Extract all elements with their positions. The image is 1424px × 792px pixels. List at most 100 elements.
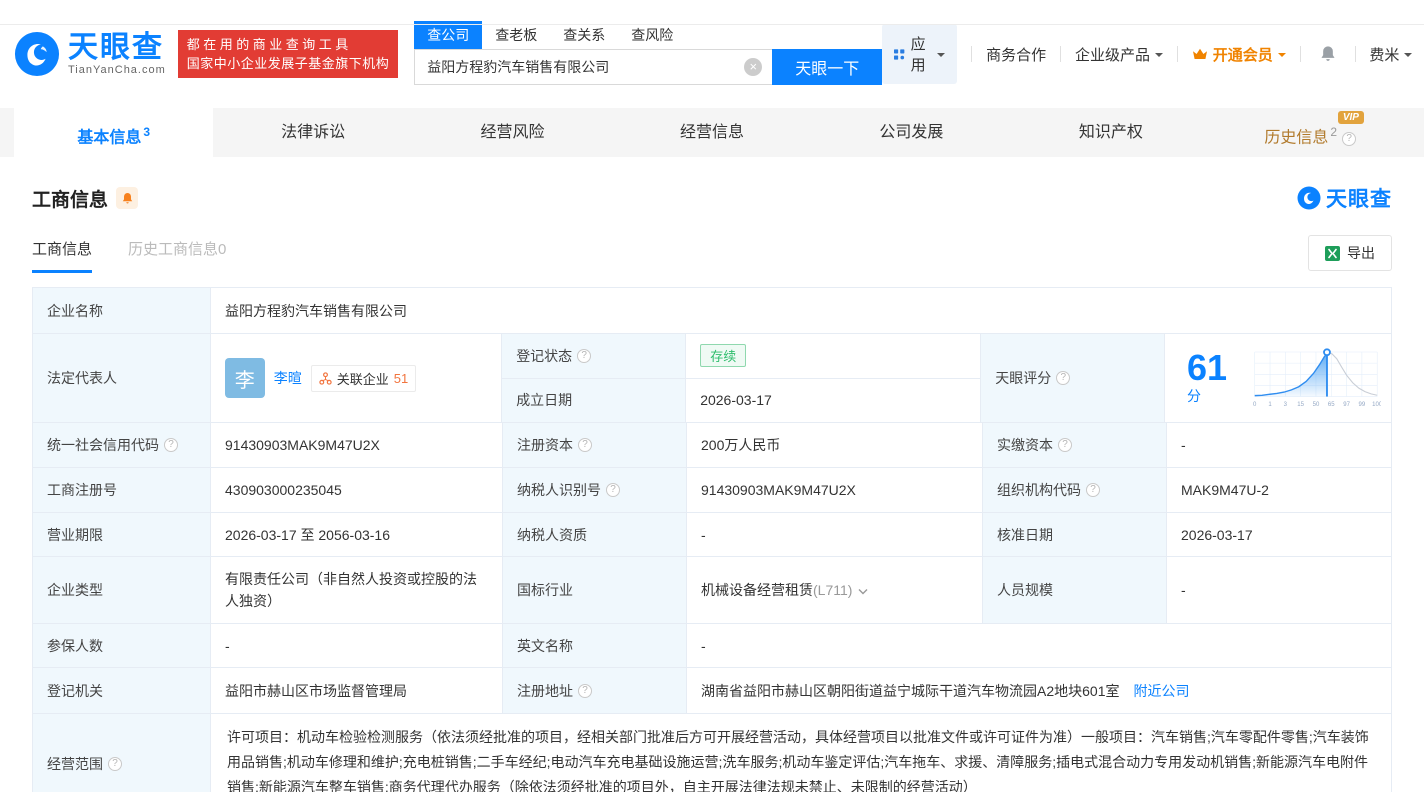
tab-history-info[interactable]: VIP 历史信息 2? bbox=[1211, 108, 1410, 157]
chevron-down-icon bbox=[937, 52, 946, 61]
search-tab-company[interactable]: 查公司 bbox=[414, 21, 483, 49]
help-icon[interactable]: ? bbox=[1056, 371, 1071, 385]
nav-business-cooperation[interactable]: 商务合作 bbox=[986, 44, 1046, 65]
notifications-button[interactable] bbox=[1319, 45, 1337, 63]
chevron-down-icon[interactable] bbox=[858, 582, 868, 598]
staff-size-label: 人员规模 bbox=[983, 557, 1167, 623]
nav-enterprise-products[interactable]: 企业级产品 bbox=[1075, 44, 1163, 65]
svg-text:3: 3 bbox=[1284, 402, 1288, 408]
table-row: 登记机关 益阳市赫山区市场监督管理局 注册地址? 湖南省益阳市赫山区朝阳街道益宁… bbox=[33, 668, 1391, 714]
reg-status-value: 存续 bbox=[686, 334, 980, 378]
help-icon[interactable]: ? bbox=[164, 438, 178, 452]
reg-authority-value: 益阳市赫山区市场监督管理局 bbox=[211, 668, 503, 713]
table-row: 统一社会信用代码? 91430903MAK9M47U2X 注册资本? 200万人… bbox=[33, 423, 1391, 468]
tab-intellectual-property[interactable]: 知识产权 bbox=[1011, 108, 1210, 157]
divider bbox=[1354, 46, 1356, 62]
user-menu[interactable]: 费米 bbox=[1369, 44, 1413, 65]
tab-basic-info[interactable]: 基本信息 3 bbox=[14, 108, 214, 157]
paid-capital-value: - bbox=[1181, 437, 1186, 453]
nav-open-vip[interactable]: 开通会员 bbox=[1192, 44, 1286, 65]
crown-icon bbox=[1192, 48, 1207, 59]
table-row: 企业名称 益阳方程豹汽车销售有限公司 bbox=[33, 288, 1391, 334]
help-icon[interactable]: ? bbox=[606, 483, 620, 497]
table-row: 工商注册号 430903000235045 纳税人识别号? 91430903MA… bbox=[33, 468, 1391, 513]
address-label: 注册地址? bbox=[503, 668, 687, 713]
chevron-down-icon bbox=[1154, 52, 1163, 61]
tab-operation-risk[interactable]: 经营风险 bbox=[413, 108, 612, 157]
tab-legal-litigation[interactable]: 法律诉讼 bbox=[213, 108, 412, 157]
business-scope-value: 许可项目：机动车检验检测服务（依法须经批准的项目，经相关部门批准后方可开展经营活… bbox=[227, 729, 1369, 792]
taxpayer-quality-label: 纳税人资质 bbox=[503, 513, 687, 556]
related-companies-badge[interactable]: 关联企业 51 bbox=[310, 364, 417, 392]
establish-date-label: 成立日期 bbox=[502, 378, 687, 422]
legal-rep-label: 法定代表人 bbox=[33, 334, 211, 422]
export-button[interactable]: 导出 bbox=[1308, 235, 1392, 271]
svg-text:99: 99 bbox=[1359, 402, 1366, 408]
legal-rep-link[interactable]: 李暄 bbox=[274, 368, 302, 388]
tab-operation-info[interactable]: 经营信息 bbox=[612, 108, 811, 157]
divider bbox=[971, 46, 973, 62]
help-icon[interactable]: ? bbox=[1086, 483, 1100, 497]
subscribe-button[interactable] bbox=[116, 187, 139, 209]
chevron-down-icon bbox=[1277, 52, 1286, 61]
subtab-history-business-info[interactable]: 历史工商信息0 bbox=[128, 238, 226, 273]
industry-value: 机械设备经营租赁 (L711) bbox=[687, 557, 983, 623]
paid-capital-label: 实缴资本? bbox=[983, 423, 1167, 467]
search-tab-risk[interactable]: 查风险 bbox=[618, 21, 686, 49]
address-value: 湖南省益阳市赫山区朝阳街道益宁城际干道汽车物流园A2地块601室 附近公司 bbox=[701, 681, 1190, 701]
help-icon[interactable]: ? bbox=[578, 438, 592, 452]
approval-date-label: 核准日期 bbox=[983, 513, 1167, 556]
company-name-label: 企业名称 bbox=[33, 288, 211, 333]
help-icon[interactable]: ? bbox=[108, 757, 122, 771]
svg-text:65: 65 bbox=[1328, 402, 1335, 408]
business-term-value: 2026-03-17 至 2056-03-16 bbox=[211, 513, 503, 556]
tianyancha-logo[interactable]: 天眼查 TianYanCha.com bbox=[14, 31, 166, 77]
avatar[interactable]: 李 bbox=[224, 358, 265, 398]
establish-date-value: 2026-03-17 bbox=[700, 392, 772, 409]
divider bbox=[1299, 46, 1301, 62]
english-name-value: - bbox=[701, 637, 706, 654]
divider bbox=[1176, 46, 1178, 62]
taxpayer-quality-value: - bbox=[687, 513, 983, 556]
search-tab-boss[interactable]: 查老板 bbox=[482, 21, 550, 49]
help-icon[interactable]: ? bbox=[577, 348, 592, 363]
tianyan-score-cell: 61分 0 1 3 15 50 65 97 99 100 bbox=[1165, 334, 1391, 422]
business-term-label: 营业期限 bbox=[33, 513, 211, 556]
status-badge: 存续 bbox=[700, 344, 747, 368]
approval-date-value: 2026-03-17 bbox=[1181, 526, 1253, 543]
company-type-value: 有限责任公司（非自然人投资或控股的法人独资） bbox=[211, 557, 503, 623]
apps-menu-button[interactable]: 应用 bbox=[882, 24, 958, 84]
vip-badge: VIP bbox=[1337, 111, 1364, 124]
search-tabs: 查公司 查老板 查关系 查风险 bbox=[414, 21, 882, 49]
nearby-companies-link[interactable]: 附近公司 bbox=[1133, 681, 1189, 701]
related-companies-icon bbox=[319, 371, 332, 385]
industry-label: 国标行业 bbox=[503, 557, 687, 623]
bell-icon bbox=[122, 192, 132, 203]
divider bbox=[1060, 46, 1061, 62]
company-name-value: 益阳方程豹汽车销售有限公司 bbox=[225, 302, 407, 319]
svg-text:100: 100 bbox=[1372, 402, 1381, 408]
svg-text:1: 1 bbox=[1268, 402, 1272, 408]
tianyancha-swirl-icon bbox=[1297, 186, 1321, 210]
help-icon[interactable]: ? bbox=[578, 683, 592, 698]
svg-text:97: 97 bbox=[1343, 402, 1350, 408]
logo-domain: TianYanCha.com bbox=[68, 64, 166, 76]
table-row: 企业类型 有限责任公司（非自然人投资或控股的法人独资） 国标行业 机械设备经营租… bbox=[33, 557, 1391, 624]
reg-capital-label: 注册资本? bbox=[503, 423, 687, 467]
english-name-label: 英文名称 bbox=[503, 624, 687, 667]
company-search-input[interactable] bbox=[414, 49, 773, 85]
table-row: 营业期限 2026-03-17 至 2056-03-16 纳税人资质 - 核准日… bbox=[33, 513, 1391, 557]
help-icon[interactable]: ? bbox=[1342, 132, 1357, 147]
help-icon[interactable]: ? bbox=[1058, 438, 1072, 452]
reg-status-label: 登记状态? bbox=[502, 334, 687, 378]
subtab-business-info[interactable]: 工商信息 bbox=[32, 238, 93, 273]
svg-text:0: 0 bbox=[1253, 402, 1257, 408]
company-tab-bar: 基本信息 3 法律诉讼 经营风险 经营信息 公司发展 知识产权 VIP 历史信息 2… bbox=[0, 108, 1424, 157]
tab-count: 3 bbox=[143, 125, 151, 139]
promo-banner: 都在用的商业查询工具 国家中小企业发展子基金旗下机构 bbox=[177, 30, 399, 78]
search-tab-relation[interactable]: 查关系 bbox=[550, 21, 618, 49]
search-button[interactable]: 天眼一下 bbox=[772, 49, 883, 85]
tab-company-development[interactable]: 公司发展 bbox=[812, 108, 1011, 157]
promo-line1: 都在用的商业查询工具 bbox=[186, 37, 352, 52]
uscc-value: 91430903MAK9M47U2X bbox=[211, 423, 503, 467]
